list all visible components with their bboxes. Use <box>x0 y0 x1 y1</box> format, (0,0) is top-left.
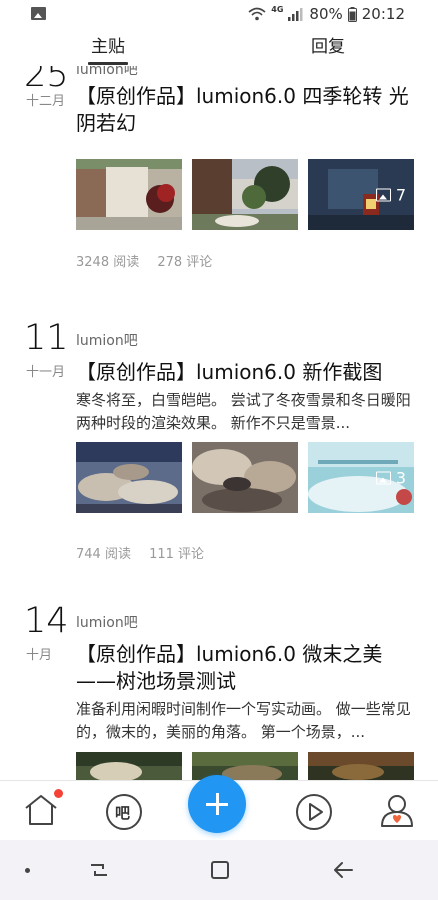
recent-apps-icon <box>91 864 107 876</box>
more-images-count: 3 <box>375 468 406 487</box>
active-tab-indicator <box>88 62 128 65</box>
post-thumbnail[interactable] <box>308 752 414 780</box>
post-thumbnail[interactable] <box>192 442 298 513</box>
forum-name[interactable]: lumion吧 <box>76 330 138 350</box>
image-icon <box>375 188 391 201</box>
bottom-nav: 吧 <box>0 775 438 841</box>
post-title[interactable]: 【原创作品】lumion6.0 微末之美——树池场景测试 <box>76 641 416 695</box>
post-title[interactable]: 【原创作品】lumion6.0 四季轮转 光阴若幻 <box>76 83 416 137</box>
post-thumbnail[interactable] <box>192 159 298 230</box>
nav-home[interactable] <box>23 789 63 831</box>
profile-icon <box>381 795 413 827</box>
nav-forums[interactable]: 吧 <box>105 793 143 835</box>
post-month: 十一月 <box>26 365 66 380</box>
post-thumbnail[interactable] <box>76 752 182 780</box>
post-thumbnails[interactable]: 7 <box>76 159 414 230</box>
comment-count: 111 评论 <box>149 547 205 562</box>
more-images-count: 7 <box>375 185 406 204</box>
post-thumbnail-more[interactable]: 7 <box>308 159 414 230</box>
battery-icon <box>347 6 357 22</box>
post-feed[interactable]: 25 十二月 lumion吧 【原创作品】lumion6.0 四季轮转 光阴若幻 <box>0 66 438 780</box>
read-count: 744 阅读 <box>76 547 131 562</box>
play-icon <box>296 794 332 830</box>
wifi-icon <box>248 7 266 21</box>
back-arrow-icon <box>334 862 353 878</box>
status-indicators: 4G 80% 20:12 <box>248 5 405 23</box>
create-post-button[interactable] <box>188 775 246 833</box>
post-thumbnail[interactable] <box>76 442 182 513</box>
post-thumbnails[interactable]: 3 <box>76 442 414 513</box>
forum-name[interactable]: lumion吧 <box>76 612 138 632</box>
tab-main-posts[interactable]: 主贴 <box>91 32 125 57</box>
nav-dot-icon[interactable] <box>25 868 30 873</box>
read-count: 3248 阅读 <box>76 255 140 270</box>
post-thumbnail-more[interactable]: 3 <box>308 442 414 513</box>
recent-apps-button[interactable] <box>89 860 109 884</box>
nav-video[interactable] <box>295 793 333 835</box>
status-bar: 4G 80% 20:12 <box>0 0 438 30</box>
post-title[interactable]: 【原创作品】lumion6.0 新作截图 <box>76 359 416 386</box>
forum-icon-label: 吧 <box>115 804 131 822</box>
comment-count: 278 评论 <box>157 255 213 270</box>
nav-profile[interactable] <box>379 793 415 833</box>
notification-dot <box>54 789 63 798</box>
forum-name[interactable]: lumion吧 <box>76 66 138 79</box>
post-stats: 744 阅读 111 评论 <box>76 543 218 562</box>
signal-icon <box>288 7 304 21</box>
home-icon <box>25 795 57 825</box>
post-excerpt: 寒冬将至，白雪皑皑。 尝试了冬夜雪景和冬日暖阳两种时段的渲染效果。 新作不只是雪… <box>76 391 411 432</box>
tab-replies[interactable]: 回复 <box>311 32 345 57</box>
gallery-notification-icon <box>31 7 46 20</box>
post-stats: 3248 阅读 278 评论 <box>76 251 226 270</box>
post-thumbnail[interactable] <box>76 159 182 230</box>
tab-bar: 主贴 回复 <box>0 30 438 66</box>
image-icon <box>375 471 391 484</box>
post-month: 十月 <box>26 648 53 663</box>
clock: 20:12 <box>361 5 405 23</box>
network-type: 4G <box>271 4 284 14</box>
post-month: 十二月 <box>26 94 66 109</box>
post-day: 14 <box>24 601 69 641</box>
post-day: 11 <box>24 318 69 358</box>
battery-level: 80% <box>309 5 343 23</box>
post-day: 25 <box>24 66 69 95</box>
post-excerpt: 准备利用闲暇时间制作一个写实动画。 做一些常见的，微末的，美丽的角落。 第一个场… <box>76 700 411 741</box>
home-button[interactable] <box>211 861 229 879</box>
post-thumbnails[interactable] <box>76 752 414 780</box>
system-nav-bar <box>0 840 438 900</box>
back-button[interactable] <box>332 860 354 884</box>
